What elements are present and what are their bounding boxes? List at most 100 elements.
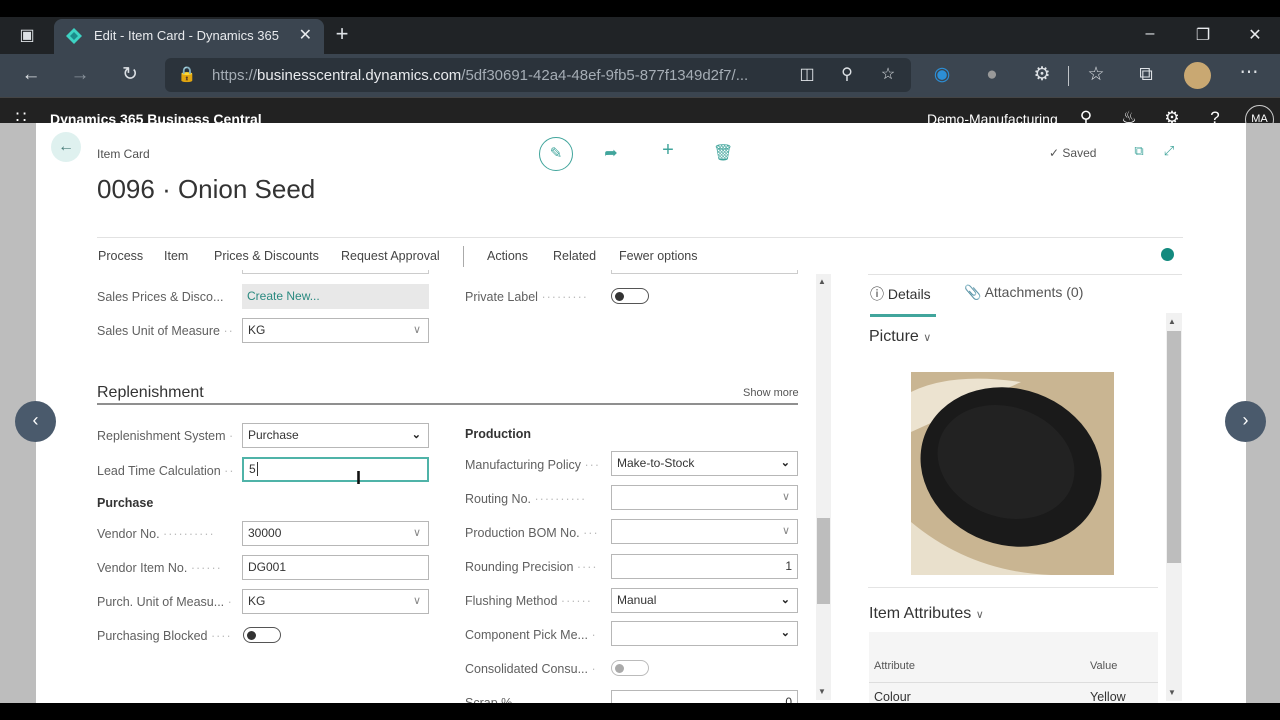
extensions-icon[interactable]: ⚙ [1030, 65, 1054, 85]
more-menu-icon[interactable]: ⋯ [1237, 63, 1261, 83]
chevron-down-icon: ⌄ [411, 429, 421, 441]
back-nav-icon[interactable]: ← [19, 65, 43, 85]
vpn-extension-icon[interactable]: ◉ [930, 65, 954, 85]
page-caption: Item Card [97, 147, 150, 161]
scroll-down-icon[interactable]: ▼ [818, 687, 826, 696]
action-request-approval[interactable]: Request Approval [341, 249, 440, 263]
previous-record-button[interactable]: ‹ [15, 401, 56, 442]
sales-prices-label: Sales Prices & Disco... [97, 290, 224, 304]
app-available-icon[interactable]: ◫ [795, 65, 819, 85]
scroll-down-icon[interactable]: ▼ [1168, 688, 1176, 697]
scroll-up-icon[interactable]: ▲ [1168, 317, 1176, 326]
scroll-up-icon[interactable]: ▲ [818, 277, 826, 286]
purchasing-blocked-label: Purchasing Blocked ···· [97, 629, 232, 643]
attribute-name-cell[interactable]: Colour [874, 690, 911, 704]
routing-no-dropdown[interactable]: ∨ [611, 485, 798, 510]
new-item-plus-icon[interactable]: + [658, 139, 678, 162]
sales-prices-create-new-link[interactable]: Create New... [242, 284, 429, 309]
scrollbar-thumb[interactable] [817, 518, 830, 604]
stats-extension-icon[interactable]: ● [980, 65, 1004, 85]
collapse-icon[interactable]: ⤢ [1159, 143, 1179, 159]
open-new-window-icon[interactable]: ⧉ [1129, 143, 1149, 159]
purchase-subtitle: Purchase [97, 496, 154, 510]
flushing-method-label: Flushing Method ······ [465, 594, 592, 608]
purchasing-blocked-toggle[interactable] [243, 627, 281, 643]
attribute-value-cell[interactable]: Yellow [1090, 690, 1126, 704]
factbox-pane: ⓘ Details 📎 Attachments (0) Picture ∨ It… [868, 274, 1182, 712]
component-pick-label: Component Pick Me... · [465, 628, 597, 642]
manufacturing-policy-label: Manufacturing Policy ··· [465, 458, 601, 472]
rounding-precision-input[interactable]: 1 [611, 554, 798, 579]
paperclip-icon: 📎 [964, 284, 982, 300]
back-button[interactable]: ← [51, 132, 81, 162]
table-header-divider [869, 682, 1158, 683]
address-bar[interactable]: 🔒 https://businesscentral.dynamics.com/5… [165, 58, 911, 92]
chevron-down-icon: ∨ [412, 324, 421, 336]
page-title: 0096 · Onion Seed [97, 174, 316, 204]
edit-pencil-button[interactable]: ✎ [539, 137, 573, 171]
purch-uom-dropdown[interactable]: KG ∨ [242, 589, 429, 614]
new-tab-button[interactable]: + [330, 23, 354, 45]
chevron-down-icon: ⌄ [780, 594, 790, 606]
sales-uom-dropdown[interactable]: KG ∨ [242, 318, 429, 343]
chevron-down-icon: ∨ [412, 595, 421, 607]
factbox-scrollbar[interactable]: ▲ ▼ [1166, 313, 1182, 701]
vendor-item-no-input[interactable]: DG001 [242, 555, 429, 580]
refresh-icon[interactable]: ↻ [118, 65, 142, 85]
tab-close-icon[interactable]: ✕ [299, 25, 312, 45]
title-divider [97, 237, 1183, 238]
item-attributes-heading[interactable]: Item Attributes ∨ [869, 605, 984, 623]
column-header-value: Value [1090, 660, 1118, 672]
zoom-out-icon[interactable]: ⚲ [835, 65, 859, 85]
tab-attachments[interactable]: 📎 Attachments (0) [964, 284, 1083, 301]
action-actions[interactable]: Actions [487, 249, 528, 263]
chevron-down-icon: ∨ [412, 527, 421, 539]
info-circle-icon: ⓘ [870, 286, 884, 302]
vendor-no-dropdown[interactable]: 30000 ∨ [242, 521, 429, 546]
next-record-button[interactable]: › [1225, 401, 1266, 442]
screen-bottom-bar [0, 703, 1280, 720]
saved-status: ✓ Saved [1049, 146, 1097, 160]
rounding-precision-label: Rounding Precision ···· [465, 560, 598, 574]
picture-heading[interactable]: Picture ∨ [869, 328, 931, 346]
tab-details[interactable]: ⓘ Details [870, 284, 931, 304]
chevron-down-icon: ∨ [923, 332, 932, 344]
collections-icon[interactable]: ⧉ [1134, 65, 1158, 85]
action-item[interactable]: Item [164, 249, 188, 263]
production-subtitle: Production [465, 427, 531, 441]
replenishment-section-title[interactable]: Replenishment [97, 384, 204, 402]
consolidated-toggle[interactable] [611, 660, 649, 676]
close-window-button[interactable]: ✕ [1243, 25, 1267, 45]
action-fewer-options[interactable]: Fewer options [619, 249, 698, 263]
production-bom-dropdown[interactable]: ∨ [611, 519, 798, 544]
onion-seed-image [911, 372, 1114, 575]
tab-actions-icon[interactable]: ▣ [15, 26, 39, 46]
lead-time-input[interactable]: 5 [242, 457, 429, 482]
forward-nav-icon[interactable]: → [68, 65, 92, 85]
share-icon[interactable]: ➦ [601, 143, 621, 163]
profile-avatar[interactable] [1184, 62, 1211, 89]
manufacturing-policy-dropdown[interactable]: Make-to-Stock ⌄ [611, 451, 798, 476]
minimize-button[interactable]: – [1138, 25, 1162, 43]
tab-bar: ▣ Edit - Item Card - Dynamics 365 ✕ + – … [0, 17, 1280, 54]
private-label-toggle[interactable] [611, 288, 649, 304]
restore-button[interactable]: ❐ [1191, 25, 1215, 45]
item-picture[interactable] [911, 372, 1114, 575]
delete-trash-icon[interactable]: 🗑 [713, 143, 733, 163]
component-pick-dropdown[interactable]: ⌄ [611, 621, 798, 646]
flushing-method-dropdown[interactable]: Manual ⌄ [611, 588, 798, 613]
action-process[interactable]: Process [98, 249, 143, 263]
show-more-link[interactable]: Show more [743, 387, 799, 399]
browser-tab[interactable]: Edit - Item Card - Dynamics 365 ✕ [54, 19, 324, 54]
action-prices-discounts[interactable]: Prices & Discounts [214, 249, 319, 263]
action-related[interactable]: Related [553, 249, 596, 263]
scrollbar-thumb[interactable] [1167, 331, 1181, 563]
private-label-label: Private Label ········· [465, 290, 588, 304]
replenishment-system-dropdown[interactable]: Purchase ⌄ [242, 423, 429, 448]
lock-icon[interactable]: 🔒 [175, 65, 199, 85]
text-cursor-icon: I [356, 468, 362, 488]
content-scrollbar[interactable]: ▲ ▼ [816, 274, 831, 700]
favorites-icon[interactable]: ☆ [1084, 65, 1108, 85]
add-favorite-icon[interactable]: ☆ [876, 65, 900, 85]
info-icon[interactable] [1161, 248, 1174, 261]
